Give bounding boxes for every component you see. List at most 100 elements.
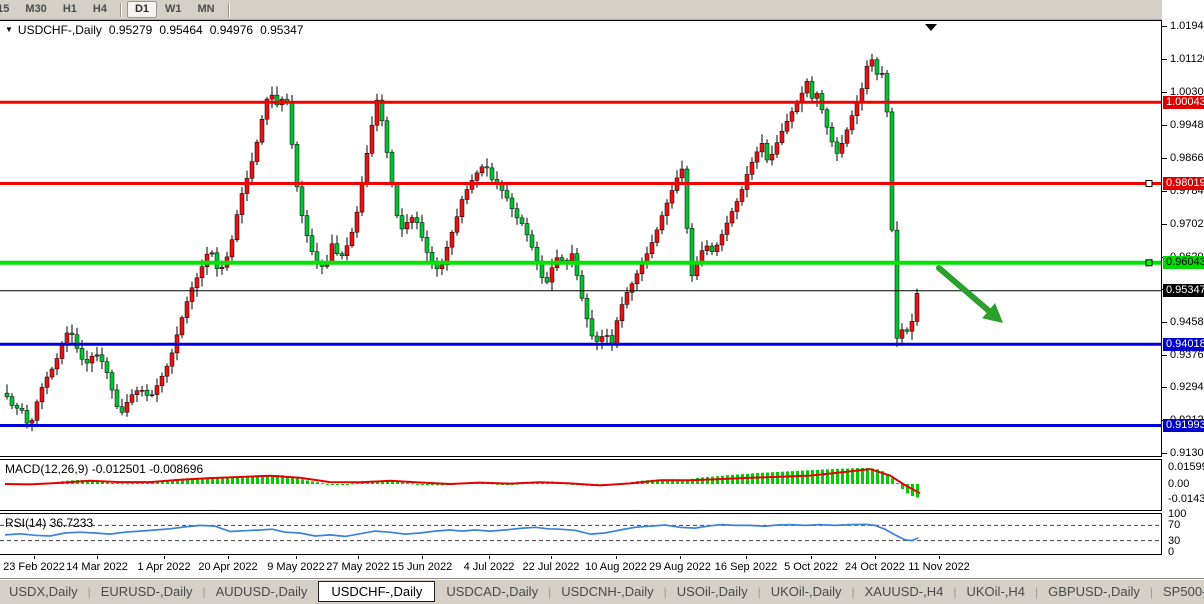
candle-body [900, 330, 904, 339]
candle-body [705, 246, 709, 251]
candle-body [200, 267, 204, 278]
macd-histogram-bar [421, 484, 424, 485]
candle-body [785, 121, 789, 131]
candle-body [845, 130, 849, 143]
timeframe-button-w1[interactable]: W1 [157, 1, 190, 18]
candle-body [460, 200, 464, 217]
candle-body [655, 230, 659, 243]
tab-usoil-daily[interactable]: USOil-,Daily [668, 581, 757, 602]
tab-xauusd-h4[interactable]: XAUUSD-,H4 [856, 581, 953, 602]
rsi-label: RSI(14) 36.7233 [5, 516, 93, 530]
tab-ukoil-daily[interactable]: UKOil-,Daily [762, 581, 851, 602]
candle-body [780, 131, 784, 143]
macd-histogram-bar [336, 484, 339, 485]
price-tick-label: 0.98660 [1170, 152, 1204, 164]
price-level-badge: 0.95347 [1163, 284, 1204, 297]
price-tick-mark [1162, 453, 1167, 454]
candle-body [45, 377, 49, 387]
candle-body [165, 366, 169, 376]
date-axis: 23 Feb 202214 Mar 20221 Apr 202220 Apr 2… [0, 556, 1162, 577]
candle-body [530, 235, 534, 247]
trend-arrow-shaft[interactable] [939, 268, 989, 311]
timeframe-button-m15[interactable]: M15 [0, 1, 17, 18]
candle-body [370, 125, 374, 153]
candle-body [605, 336, 609, 337]
candle-body [5, 393, 9, 397]
macd-histogram-bar [301, 479, 304, 484]
macd-scale-label: -0.01432 [1168, 493, 1204, 505]
candle-body [815, 94, 819, 99]
candle-body [770, 154, 774, 160]
candle-body [895, 230, 899, 338]
macd-histogram-bar [331, 484, 334, 485]
macd-histogram-bar [826, 469, 829, 484]
candle-body [355, 212, 359, 232]
line-handle[interactable] [1146, 181, 1152, 187]
macd-histogram-bar [131, 483, 134, 484]
candle-body [825, 110, 829, 127]
candle-body [755, 152, 759, 162]
candle-body [40, 387, 44, 402]
tab-ukoil-h4[interactable]: UKOil-,H4 [958, 581, 1035, 602]
timeframe-button-d1[interactable]: D1 [127, 1, 157, 18]
price-level-badge: 0.96043 [1163, 256, 1204, 269]
candle-body [505, 191, 509, 199]
candle-body [235, 215, 239, 240]
macd-histogram-bar [111, 483, 114, 484]
candle-body [790, 112, 794, 122]
tab-eurusd-daily[interactable]: EURUSD-,Daily [92, 581, 202, 602]
macd-histogram-bar [106, 483, 109, 484]
candle-body [105, 362, 109, 373]
candle-body [345, 246, 349, 256]
candle-body [10, 397, 14, 406]
line-handle[interactable] [1146, 260, 1152, 266]
candle-body [710, 246, 714, 252]
macd-histogram-bar [841, 469, 844, 484]
candle-body [230, 240, 234, 257]
price-tick-mark [1162, 125, 1167, 126]
tab-audusd-daily[interactable]: AUDUSD-,Daily [207, 581, 317, 602]
price-tick-label: 1.01120 [1170, 53, 1204, 65]
date-tick-mark [228, 556, 229, 559]
candle-body [70, 333, 74, 335]
date-tick-mark [358, 556, 359, 559]
candle-body [615, 321, 619, 344]
price-tick-mark [1162, 158, 1167, 159]
candle-body [420, 223, 424, 238]
candle-body [855, 102, 859, 115]
candle-body [715, 245, 719, 252]
candle-body [850, 116, 854, 130]
candle-body [270, 95, 274, 99]
rsi-plot [0, 513, 1161, 555]
date-tick-mark [875, 556, 876, 559]
candle-body [400, 216, 404, 229]
tab-gbpusd-daily[interactable]: GBPUSD-,Daily [1039, 581, 1149, 602]
chart-symbol-label: USDCHF-,Daily [18, 23, 102, 37]
price-tick-label: 0.92940 [1170, 381, 1204, 393]
macd-scale-label: 0.00 [1168, 478, 1189, 490]
last-bar-marker [925, 24, 937, 31]
date-tick-mark [296, 556, 297, 559]
candle-body [890, 112, 894, 230]
timeframe-button-h1[interactable]: H1 [55, 1, 85, 18]
candle-body [730, 212, 734, 224]
candle-body [840, 143, 844, 153]
macd-histogram-bar [126, 483, 129, 484]
timeframe-button-m30[interactable]: M30 [17, 1, 54, 18]
tab-usdchf-daily[interactable]: USDCHF-,Daily [318, 581, 435, 602]
timeframe-button-mn[interactable]: MN [190, 1, 223, 18]
tab-usdx-daily[interactable]: USDX,Daily [0, 581, 87, 602]
candle-body [510, 198, 514, 209]
candle-body [155, 386, 159, 395]
tab-usdcad-daily[interactable]: USDCAD-,Daily [437, 581, 547, 602]
candle-body [660, 216, 664, 230]
candle-body [595, 336, 599, 341]
candle-body [875, 60, 879, 74]
candle-body [475, 173, 479, 181]
tab-usdcnh-daily[interactable]: USDCNH-,Daily [552, 581, 662, 602]
candle-body [515, 209, 519, 218]
chart-dropdown-icon[interactable]: ▼ [5, 25, 13, 34]
timeframe-button-h4[interactable]: H4 [85, 1, 115, 18]
macd-histogram-bar [891, 478, 894, 484]
tab-sp500-h4[interactable]: SP500-,H4 [1154, 581, 1204, 602]
